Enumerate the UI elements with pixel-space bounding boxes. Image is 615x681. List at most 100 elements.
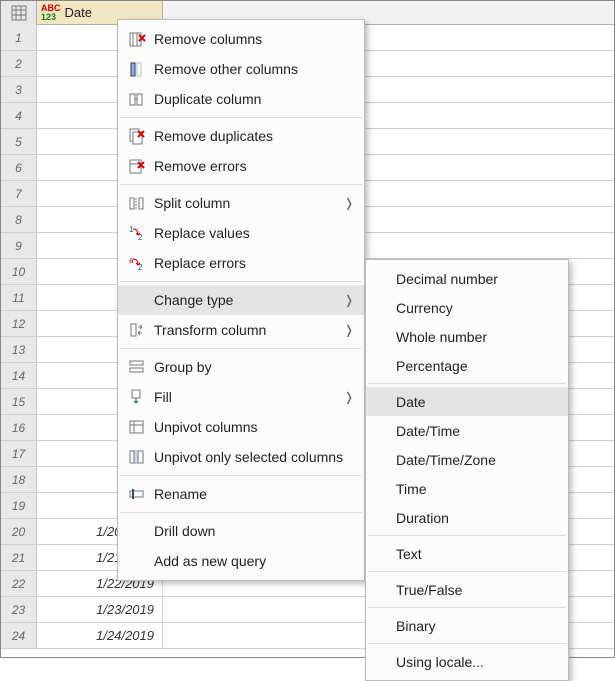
menu-separator [368, 607, 566, 608]
unpivot-selected-icon [126, 446, 148, 468]
submenu-text[interactable]: Text [366, 539, 568, 568]
row-number[interactable]: 1 [1, 25, 37, 50]
row-number[interactable]: 22 [1, 571, 37, 596]
row-number[interactable]: 4 [1, 103, 37, 128]
menu-replace-errors[interactable]: a2 Replace errors [118, 248, 364, 278]
submenu-date[interactable]: Date [366, 387, 568, 416]
menu-remove-duplicates[interactable]: Remove duplicates [118, 121, 364, 151]
submenu-label: Using locale... [396, 654, 558, 670]
row-number[interactable]: 11 [1, 285, 37, 310]
blank-icon [126, 550, 148, 572]
submenu-true-false[interactable]: True/False [366, 575, 568, 604]
menu-label: Replace errors [154, 255, 354, 271]
menu-separator [120, 475, 362, 476]
submenu-label: Decimal number [396, 271, 558, 287]
menu-rename[interactable]: Rename [118, 479, 364, 509]
row-number[interactable]: 2 [1, 51, 37, 76]
submenu-label: Date/Time [396, 423, 558, 439]
row-number[interactable]: 9 [1, 233, 37, 258]
menu-remove-columns[interactable]: Remove columns [118, 24, 364, 54]
row-number[interactable]: 18 [1, 467, 37, 492]
menu-remove-other-columns[interactable]: Remove other columns [118, 54, 364, 84]
row-number[interactable]: 14 [1, 363, 37, 388]
submenu-currency[interactable]: Currency [366, 293, 568, 322]
svg-text:a: a [129, 256, 134, 265]
menu-duplicate-column[interactable]: Duplicate column [118, 84, 364, 114]
menu-remove-errors[interactable]: Remove errors [118, 151, 364, 181]
row-number[interactable]: 12 [1, 311, 37, 336]
column-context-menu: Remove columns Remove other columns Dupl… [117, 19, 365, 581]
row-number[interactable]: 19 [1, 493, 37, 518]
row-number[interactable]: 20 [1, 519, 37, 544]
remove-columns-icon [126, 28, 148, 50]
menu-label: Drill down [154, 523, 354, 539]
submenu-date-time-zone[interactable]: Date/Time/Zone [366, 445, 568, 474]
submenu-using-locale[interactable]: Using locale... [366, 647, 568, 676]
column-header-label: Date [65, 5, 92, 20]
submenu-percentage[interactable]: Percentage [366, 351, 568, 380]
menu-separator [120, 184, 362, 185]
row-number[interactable]: 16 [1, 415, 37, 440]
menu-group-by[interactable]: Group by [118, 352, 364, 382]
row-number[interactable]: 6 [1, 155, 37, 180]
row-number[interactable]: 5 [1, 129, 37, 154]
row-number[interactable]: 23 [1, 597, 37, 622]
submenu-binary[interactable]: Binary [366, 611, 568, 640]
menu-label: Change type [154, 292, 344, 308]
rename-icon [126, 483, 148, 505]
menu-drill-down[interactable]: Drill down [118, 516, 364, 546]
submenu-label: Date/Time/Zone [396, 452, 558, 468]
blank-icon [126, 289, 148, 311]
menu-fill[interactable]: Fill ❭ [118, 382, 364, 412]
submenu-duration[interactable]: Duration [366, 503, 568, 532]
menu-label: Split column [154, 195, 344, 211]
table-icon [12, 6, 26, 20]
row-number[interactable]: 24 [1, 623, 37, 648]
row-number[interactable]: 17 [1, 441, 37, 466]
menu-change-type[interactable]: Change type ❭ [118, 285, 364, 315]
row-number[interactable]: 21 [1, 545, 37, 570]
cell-date[interactable]: 1/24/2019 [37, 623, 163, 648]
submenu-time[interactable]: Time [366, 474, 568, 503]
submenu-decimal-number[interactable]: Decimal number [366, 264, 568, 293]
menu-separator [368, 643, 566, 644]
remove-errors-icon [126, 155, 148, 177]
submenu-label: Date [396, 394, 558, 410]
submenu-arrow-icon: ❭ [344, 390, 354, 404]
submenu-whole-number[interactable]: Whole number [366, 322, 568, 351]
blank-icon [126, 520, 148, 542]
menu-unpivot-only-selected[interactable]: Unpivot only selected columns [118, 442, 364, 472]
menu-label: Remove columns [154, 31, 354, 47]
menu-transform-column[interactable]: Transform column ❭ [118, 315, 364, 345]
submenu-arrow-icon: ❭ [344, 196, 354, 210]
row-number[interactable]: 15 [1, 389, 37, 414]
cell-date[interactable]: 1/23/2019 [37, 597, 163, 622]
menu-add-as-new-query[interactable]: Add as new query [118, 546, 364, 576]
submenu-date-time[interactable]: Date/Time [366, 416, 568, 445]
menu-separator [120, 117, 362, 118]
split-column-icon [126, 192, 148, 214]
row-number[interactable]: 8 [1, 207, 37, 232]
menu-separator [120, 348, 362, 349]
menu-split-column[interactable]: Split column ❭ [118, 188, 364, 218]
menu-separator [120, 281, 362, 282]
menu-label: Unpivot columns [154, 419, 354, 435]
menu-replace-values[interactable]: 12 Replace values [118, 218, 364, 248]
submenu-label: Whole number [396, 329, 558, 345]
table-corner[interactable] [1, 1, 37, 25]
row-number[interactable]: 10 [1, 259, 37, 284]
menu-label: Remove duplicates [154, 128, 354, 144]
row-number[interactable]: 13 [1, 337, 37, 362]
menu-label: Fill [154, 389, 344, 405]
menu-label: Add as new query [154, 553, 354, 569]
submenu-label: Time [396, 481, 558, 497]
submenu-arrow-icon: ❭ [344, 323, 354, 337]
row-number[interactable]: 7 [1, 181, 37, 206]
menu-label: Unpivot only selected columns [154, 449, 354, 465]
submenu-label: Currency [396, 300, 558, 316]
menu-label: Group by [154, 359, 354, 375]
replace-errors-icon: a2 [126, 252, 148, 274]
menu-unpivot-columns[interactable]: Unpivot columns [118, 412, 364, 442]
menu-label: Duplicate column [154, 91, 354, 107]
row-number[interactable]: 3 [1, 77, 37, 102]
